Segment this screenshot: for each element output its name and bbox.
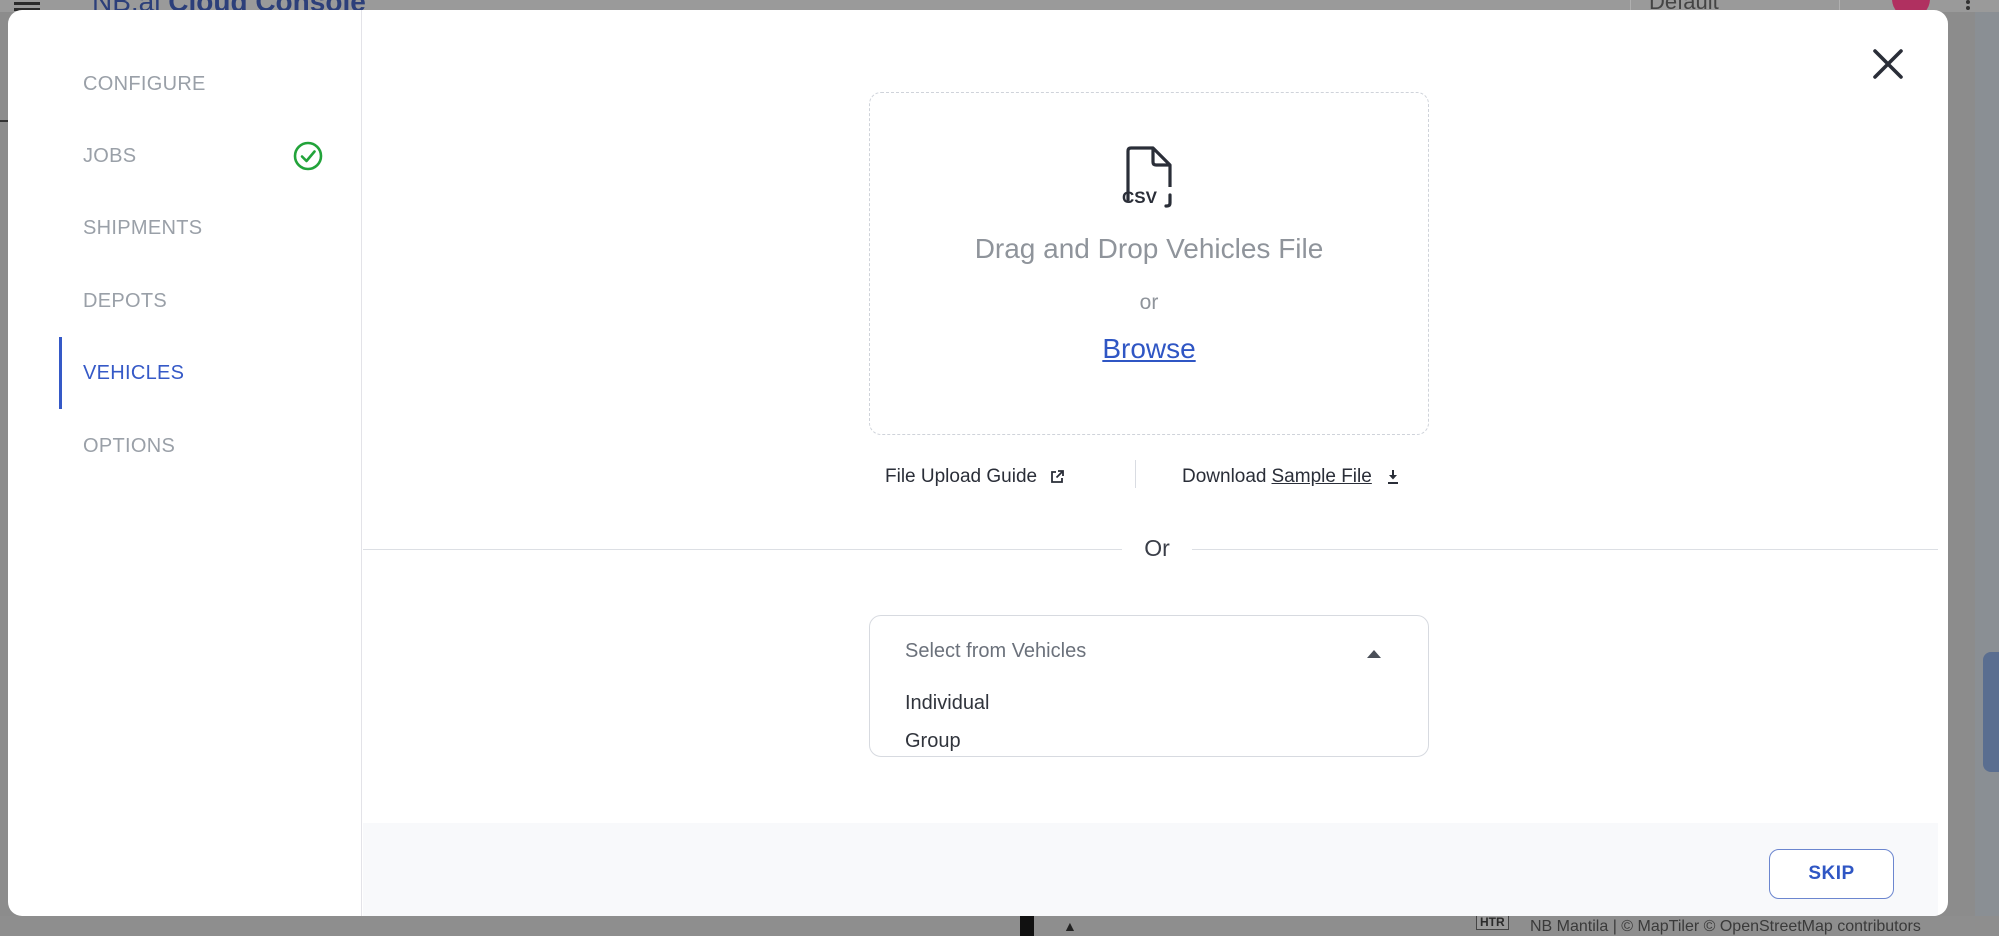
sidebar-item-label: OPTIONS <box>83 434 176 457</box>
file-upload-guide-label: File Upload Guide <box>885 466 1038 487</box>
background-left-mark <box>0 120 8 122</box>
csv-icon-label: CSV <box>1122 188 1158 207</box>
sidebar-item-options[interactable]: OPTIONS <box>8 410 362 482</box>
sidebar-item-vehicles[interactable]: VEHICLES <box>8 337 362 409</box>
drop-zone-or: or <box>1139 291 1159 314</box>
upload-links-row: File Upload Guide Download Sample File <box>869 456 1429 496</box>
file-upload-guide-link[interactable]: File Upload Guide <box>885 466 1065 488</box>
sidebar-item-label: DEPOTS <box>83 289 168 312</box>
download-icon[interactable] <box>1386 469 1400 485</box>
kebab-menu-icon <box>1966 0 1971 12</box>
download-prefix: Download <box>1182 466 1267 487</box>
map-attribution: NB Mantila | © MapTiler © OpenStreetMap … <box>1530 918 1921 935</box>
step-sidebar: CONFIGURE JOBS SHIPMENTS DEPOTS VEHICLES… <box>8 10 362 916</box>
caret-up-icon[interactable] <box>1367 650 1381 658</box>
sample-file-link[interactable]: Sample File <box>1272 466 1372 488</box>
triangle-up-icon: ▲ <box>1063 918 1077 934</box>
vehicles-upload-modal: CONFIGURE JOBS SHIPMENTS DEPOTS VEHICLES… <box>8 10 1948 916</box>
browse-link[interactable]: Browse <box>870 333 1428 365</box>
external-link-icon <box>1051 470 1064 483</box>
drop-zone-title: Drag and Drop Vehicles File <box>974 233 1324 264</box>
download-sample: Download Sample File <box>1182 466 1400 488</box>
background-map-strip <box>1975 12 1999 916</box>
sidebar-item-label: SHIPMENTS <box>83 216 203 239</box>
vehicle-select-dropdown[interactable]: Select from Vehicles Individual Group <box>869 615 1429 757</box>
sidebar-item-depots[interactable]: DEPOTS <box>8 265 362 337</box>
check-circle-icon <box>293 141 323 171</box>
skip-button[interactable]: SKIP <box>1769 849 1894 899</box>
modal-footer <box>363 823 1938 916</box>
sidebar-item-label: VEHICLES <box>83 361 185 384</box>
sidebar-item-label: JOBS <box>83 144 137 167</box>
vehicle-option-individual[interactable]: Individual <box>905 692 990 715</box>
sidebar-item-configure[interactable]: CONFIGURE <box>8 48 362 120</box>
sidebar-item-shipments[interactable]: SHIPMENTS <box>8 192 362 264</box>
vehicle-select-placeholder[interactable]: Select from Vehicles <box>905 640 1086 663</box>
vehicle-option-group[interactable]: Group <box>905 730 961 753</box>
sidebar-item-label: CONFIGURE <box>83 72 206 95</box>
htr-label: HTR <box>1476 914 1509 930</box>
file-drop-zone[interactable]: CSV Drag and Drop Vehicles File or Brows… <box>869 92 1429 435</box>
csv-file-icon: CSV <box>1122 146 1172 208</box>
or-divider-label: Or <box>1122 535 1192 562</box>
sidebar-item-jobs[interactable]: JOBS <box>8 120 362 192</box>
links-separator <box>1135 460 1136 488</box>
close-icon[interactable] <box>1868 44 1908 84</box>
